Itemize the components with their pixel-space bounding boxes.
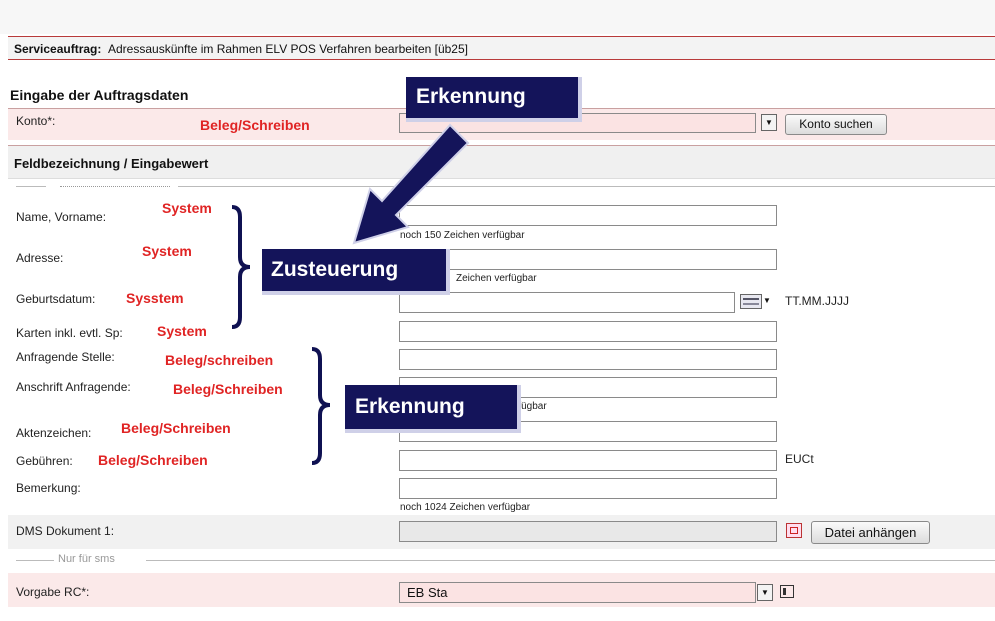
geburtsdatum-label: Geburtsdatum: <box>16 292 96 306</box>
datei-anhaengen-button[interactable]: Datei anhängen <box>811 521 930 544</box>
anschrift-label: Anschrift Anfragende: <box>16 380 131 394</box>
brace-beleg <box>311 347 331 465</box>
separator-dotted <box>60 186 170 188</box>
konto-label: Konto*: <box>16 114 56 128</box>
gebuehren-unit: EUCt <box>785 452 814 466</box>
top-bar <box>0 0 995 34</box>
geburtsdatum-annotation: Sysstem <box>126 290 184 306</box>
gebuehren-input[interactable] <box>399 450 777 471</box>
separator-short <box>16 186 46 187</box>
konto-dropdown-arrow[interactable]: ▼ <box>761 114 777 131</box>
anfragende-stelle-annotation: Beleg/schreiben <box>165 352 274 368</box>
geburtsdatum-input[interactable] <box>399 292 735 313</box>
calendar-icon[interactable] <box>740 294 762 309</box>
gebuehren-label: Gebühren: <box>16 454 73 468</box>
callout-erkennung-mid: Erkennung <box>345 385 521 433</box>
arrow-annotation <box>352 123 470 245</box>
adresse-annotation: System <box>142 243 192 259</box>
brace-system <box>231 205 251 329</box>
karten-label: Karten inkl. evtl. Sp: <box>16 326 123 340</box>
calendar-dropdown-icon[interactable]: ▼ <box>763 296 771 305</box>
attachment-icon[interactable] <box>786 523 802 538</box>
service-text: Adressauskünfte im Rahmen ELV POS Verfah… <box>108 42 468 56</box>
service-label: Serviceauftrag: <box>14 42 102 56</box>
arrow-shape <box>352 123 470 245</box>
anfragende-stelle-input[interactable] <box>399 349 777 370</box>
section-title: Eingabe der Auftragsdaten <box>10 87 189 103</box>
vorgabe-label: Vorgabe RC*: <box>16 585 90 599</box>
sms-separator-left <box>16 560 54 561</box>
bemerkung-input[interactable] <box>399 478 777 499</box>
gebuehren-annotation: Beleg/Schreiben <box>98 452 208 468</box>
bemerkung-label: Bemerkung: <box>16 481 81 495</box>
karten-annotation: System <box>157 323 207 339</box>
feld-header-label: Feldbezeichnung / Eingabewert <box>14 156 209 171</box>
separator-long <box>178 186 995 187</box>
vorgabe-dropdown-arrow[interactable]: ▼ <box>757 584 773 601</box>
geburtsdatum-format: TT.MM.JJJJ <box>785 294 849 308</box>
name-annotation: System <box>162 200 212 216</box>
konto-suchen-button[interactable]: Konto suchen <box>785 114 887 135</box>
anschrift-annotation: Beleg/Schreiben <box>173 381 283 397</box>
vorgabe-select[interactable]: EB Sta <box>399 582 756 603</box>
bemerkung-hint: noch 1024 Zeichen verfügbar <box>400 502 531 513</box>
karten-input[interactable] <box>399 321 777 342</box>
sms-section-label: Nur für sms <box>58 553 115 565</box>
aktenzeichen-label: Aktenzeichen: <box>16 426 92 440</box>
name-label: Name, Vorname: <box>16 210 107 224</box>
konto-annotation: Beleg/Schreiben <box>200 117 310 133</box>
service-header: Serviceauftrag: Adressauskünfte im Rahme… <box>8 36 995 60</box>
sms-separator-right <box>146 560 995 561</box>
anfragende-stelle-label: Anfragende Stelle: <box>16 350 115 364</box>
dms-label: DMS Dokument 1: <box>16 524 115 538</box>
adresse-label: Adresse: <box>16 251 64 265</box>
vorgabe-detail-icon[interactable] <box>780 585 794 598</box>
callout-zusteuerung: Zusteuerung <box>262 249 450 295</box>
dms-input <box>399 521 777 542</box>
adresse-hint: Zeichen verfügbar <box>456 273 537 284</box>
feld-header: Feldbezeichnung / Eingabewert <box>8 145 995 179</box>
aktenzeichen-annotation: Beleg/Schreiben <box>121 420 231 436</box>
